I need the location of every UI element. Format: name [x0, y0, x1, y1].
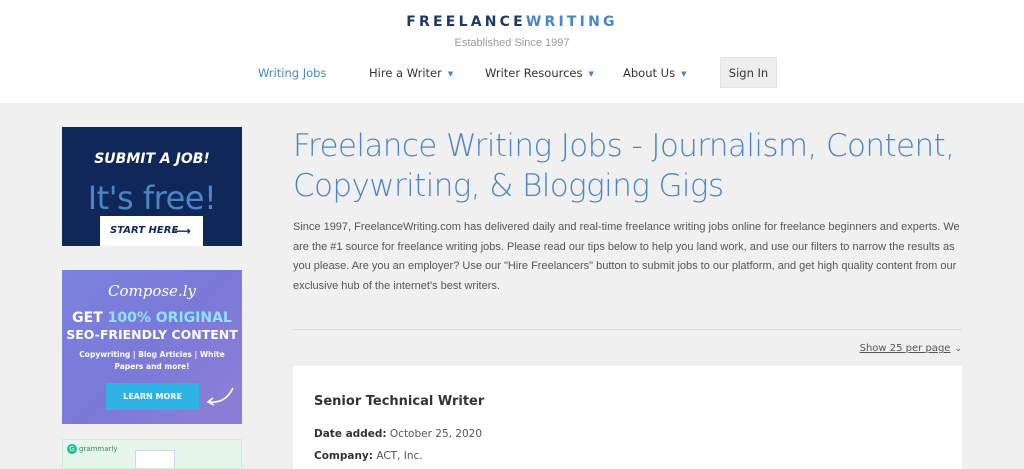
grammarly-logo: Ggrammarly: [67, 444, 118, 454]
page-title: Freelance Writing Jobs - Journalism, Con…: [293, 128, 955, 204]
start-here-button[interactable]: START HERE ⟶: [100, 216, 203, 246]
composely-logo: Compose.ly: [108, 282, 196, 300]
job-date-value: October 25, 2020: [389, 428, 483, 440]
submit-job-title: SUBMIT A JOB!: [94, 151, 210, 167]
chevron-down-icon: ▼: [447, 70, 454, 78]
site-header: FREELANCEWRITING Established Since 1997 …: [0, 0, 1024, 103]
nav-about-us[interactable]: About Us ▼: [623, 58, 686, 88]
nav-writing-jobs-label: Writing Jobs: [258, 66, 327, 80]
nav-about-us-label: About Us: [623, 66, 676, 80]
chevron-down-icon: ▼: [588, 70, 594, 78]
nav-hire-a-writer[interactable]: Hire a Writer ▼: [369, 58, 453, 88]
document-icon: [135, 450, 175, 468]
job-company-value: ACT, Inc.: [376, 450, 423, 462]
divider: [293, 329, 962, 330]
per-page-label: Show 25 per page: [859, 343, 951, 354]
nav-writer-resources[interactable]: Writer Resources ▼: [485, 58, 594, 88]
composely-headline-prefix: GET: [72, 310, 108, 326]
job-company: Company: ACT, Inc.: [314, 450, 423, 462]
curved-arrow-icon: [206, 387, 234, 406]
chevron-down-icon: ⌄: [954, 344, 962, 354]
intro-paragraph: Since 1997, FreelanceWriting.com has del…: [293, 221, 960, 292]
job-date-label: Date added:: [314, 428, 387, 440]
its-free-text: It's free!: [87, 179, 217, 217]
logo-text-freelance: FREELANCE: [406, 14, 526, 30]
arrow-right-icon: ⟶: [173, 224, 191, 238]
chevron-down-icon: ▼: [681, 70, 687, 78]
sign-in-button[interactable]: Sign In: [720, 57, 777, 88]
learn-more-button[interactable]: LEARN MORE: [106, 383, 199, 410]
grammarly-logo-text: grammarly: [79, 445, 118, 453]
grammarly-g-icon: G: [67, 444, 77, 454]
composely-headline-highlight: 100% ORIGINAL: [107, 310, 232, 326]
composely-subheadline: SEO-FRIENDLY CONTENT: [66, 327, 238, 342]
logo-text-writing: WRITING: [525, 14, 618, 30]
main-nav: Writing Jobs Hire a Writer ▼ Writer Resou…: [0, 58, 1024, 88]
grammarly-ad[interactable]: Ggrammarly: [62, 439, 242, 469]
per-page-selector[interactable]: Show 25 per page ⌄: [860, 343, 962, 354]
job-title[interactable]: Senior Technical Writer: [314, 394, 484, 409]
nav-hire-a-writer-label: Hire a Writer: [369, 66, 442, 80]
job-card[interactable]: Senior Technical Writer Date added: Octo…: [293, 366, 962, 469]
nav-writer-resources-label: Writer Resources: [485, 66, 583, 80]
composely-headline: GET 100% ORIGINAL: [62, 310, 242, 326]
composely-services: Copywriting | Blog Articles | White Pape…: [79, 350, 225, 371]
composely-ad[interactable]: Compose.ly GET 100% ORIGINAL SEO-FRIENDL…: [62, 270, 242, 424]
nav-writing-jobs[interactable]: Writing Jobs: [258, 58, 326, 88]
start-here-label: START HERE: [110, 225, 179, 236]
site-tagline: Established Since 1997: [454, 37, 570, 49]
submit-job-ad[interactable]: SUBMIT A JOB! It's free! START HERE ⟶: [62, 127, 242, 246]
site-logo[interactable]: FREELANCEWRITING: [0, 14, 1024, 30]
job-company-label: Company:: [314, 450, 373, 462]
job-date-added: Date added: October 25, 2020: [314, 428, 482, 440]
